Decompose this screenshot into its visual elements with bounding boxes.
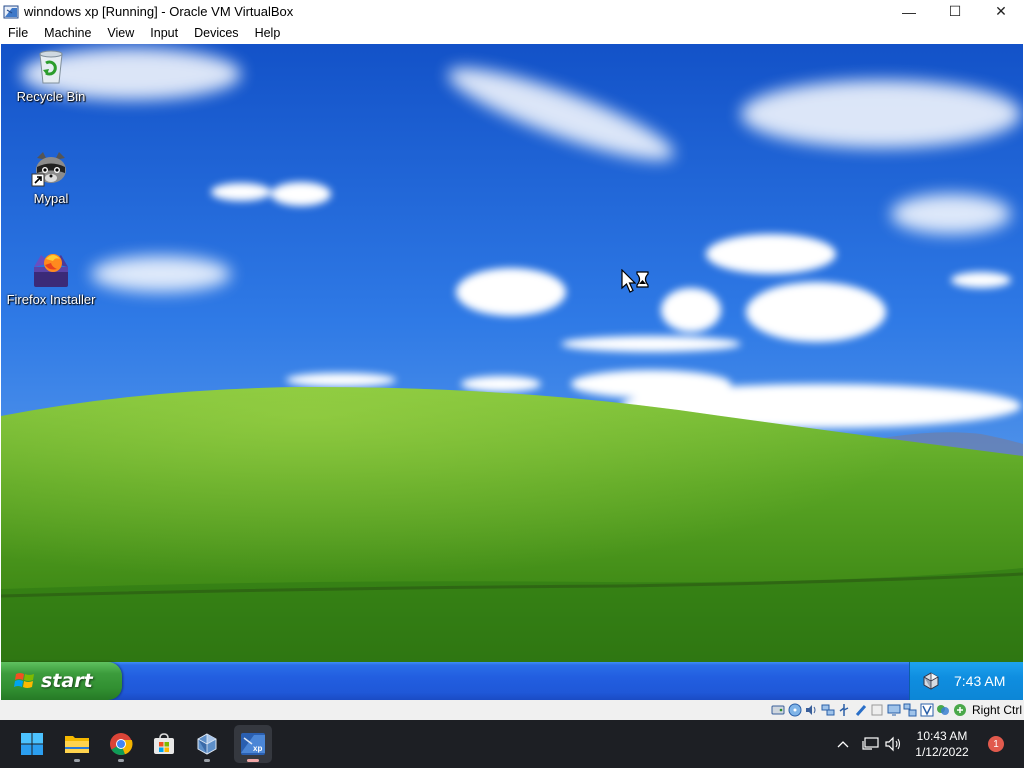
windows-start-button[interactable] <box>13 725 51 763</box>
running-indicator <box>118 759 124 762</box>
guest-additions-icon[interactable] <box>919 703 934 718</box>
virtualbox-icon <box>197 733 217 755</box>
show-hidden-icons-button[interactable] <box>832 733 854 755</box>
running-indicator <box>74 759 80 762</box>
windows-xp-flag-icon <box>14 673 34 688</box>
minimize-button[interactable]: — <box>886 0 932 23</box>
virtualbox-window-icon <box>3 5 19 18</box>
taskbar-app-chrome[interactable] <box>102 725 140 763</box>
close-button[interactable]: ✕ <box>978 0 1024 23</box>
chrome-icon <box>110 733 133 756</box>
optical-disk-icon[interactable] <box>787 703 802 718</box>
hard-disk-icon[interactable] <box>771 703 786 718</box>
virtualbox-guest-additions-icon[interactable] <box>922 672 940 690</box>
start-button[interactable]: start <box>1 662 122 700</box>
host-key-label: Right Ctrl <box>971 703 1022 717</box>
desktop-icon-label: Firefox Installer <box>6 292 96 307</box>
virtualbox-winxp-vm-icon: xp <box>241 733 265 755</box>
desktop-icon-label: Mypal <box>33 191 69 206</box>
host-system-tray: 10:43 AM 1/12/2022 1 <box>832 720 1024 768</box>
mouse-integration-icon[interactable] <box>936 703 951 718</box>
vbox-status-bar: Right Ctrl <box>0 700 1024 720</box>
desktop-icon-label: Recycle Bin <box>16 89 86 104</box>
speaker-icon <box>885 736 901 752</box>
guest-display[interactable]: Recycle Bin Mypal Firefox Installer star… <box>1 44 1023 700</box>
window-title: winndows xp [Running] - Oracle VM Virtua… <box>24 4 294 19</box>
firefox-installer-icon <box>34 254 68 287</box>
bliss-wallpaper <box>1 44 1023 662</box>
host-date: 1/12/2022 <box>915 745 969 759</box>
shared-folders-icon[interactable] <box>853 703 868 718</box>
desktop-icon-mypal[interactable]: Mypal <box>1 148 101 206</box>
menu-view[interactable]: View <box>99 23 142 44</box>
window-controls: — ☐ ✕ <box>886 0 1024 23</box>
xp-system-tray: 7:43 AM <box>909 662 1023 700</box>
maximize-button[interactable]: ☐ <box>932 0 978 23</box>
notification-badge[interactable]: 1 <box>988 736 1004 752</box>
svg-text:xp: xp <box>253 744 262 753</box>
video-capture-icon[interactable] <box>886 703 901 718</box>
usb-icon[interactable] <box>837 703 852 718</box>
network-icon[interactable] <box>820 703 835 718</box>
microsoft-store-icon <box>154 733 174 754</box>
busy-cursor-icon <box>621 269 649 293</box>
running-indicator <box>204 759 210 762</box>
xp-taskbar: start 7:43 AM <box>1 662 1023 700</box>
file-explorer-icon <box>65 736 89 753</box>
host-taskbar: xp 10:43 AM 1/12/2022 1 <box>0 720 1024 768</box>
taskbar-app-microsoft-store[interactable] <box>145 725 183 763</box>
audio-icon[interactable] <box>804 703 819 718</box>
xp-clock[interactable]: 7:43 AM <box>954 673 1005 689</box>
host-time: 10:43 AM <box>916 729 968 743</box>
network-status-button[interactable] <box>860 733 882 755</box>
desktop-icon-firefox-installer[interactable]: Firefox Installer <box>1 249 101 307</box>
host-clock[interactable]: 10:43 AM 1/12/2022 <box>906 728 978 760</box>
taskbar-app-winxp-vm[interactable]: xp <box>234 725 272 763</box>
ethernet-icon <box>862 737 879 750</box>
recycle-bin-icon <box>39 50 63 84</box>
mypal-raccoon-icon <box>31 152 66 187</box>
windows-start-icon <box>21 733 43 755</box>
running-indicator <box>247 759 259 762</box>
menu-file[interactable]: File <box>0 23 36 44</box>
chevron-up-icon <box>837 741 849 748</box>
volume-button[interactable] <box>882 733 904 755</box>
menu-help[interactable]: Help <box>247 23 289 44</box>
taskbar-app-virtualbox[interactable] <box>188 725 226 763</box>
menu-devices[interactable]: Devices <box>186 23 246 44</box>
recording-icon[interactable] <box>903 703 918 718</box>
menu-machine[interactable]: Machine <box>36 23 99 44</box>
keyboard-capture-icon[interactable] <box>952 703 967 718</box>
display-icon[interactable] <box>870 703 885 718</box>
menubar: File Machine View Input Devices Help <box>0 23 1024 44</box>
taskbar-app-file-explorer[interactable] <box>58 725 96 763</box>
desktop-icon-recycle-bin[interactable]: Recycle Bin <box>1 46 101 104</box>
menu-input[interactable]: Input <box>142 23 186 44</box>
start-label: start <box>41 670 93 692</box>
window-titlebar: winndows xp [Running] - Oracle VM Virtua… <box>0 0 1024 23</box>
